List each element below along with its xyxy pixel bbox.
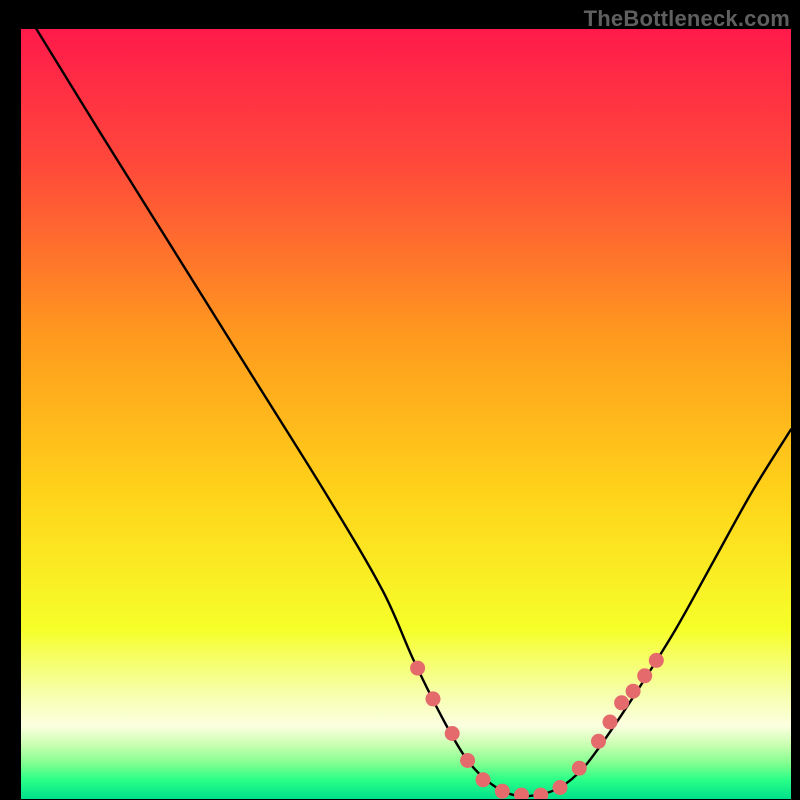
- chart-plot-area: [21, 29, 791, 799]
- data-point-marker: [603, 715, 618, 730]
- data-point-marker: [572, 761, 587, 776]
- data-point-marker: [626, 684, 641, 699]
- data-point-marker: [495, 784, 510, 799]
- data-point-marker: [410, 661, 425, 676]
- data-point-marker: [553, 780, 568, 795]
- data-point-marker: [649, 653, 664, 668]
- data-point-marker: [460, 753, 475, 768]
- data-point-marker: [426, 691, 441, 706]
- chart-svg: [21, 29, 791, 799]
- chart-background: [21, 29, 791, 799]
- data-point-marker: [445, 726, 460, 741]
- data-point-marker: [591, 734, 606, 749]
- data-point-marker: [637, 668, 652, 683]
- chart-frame: TheBottleneck.com: [0, 0, 800, 800]
- data-point-marker: [614, 695, 629, 710]
- data-point-marker: [476, 772, 491, 787]
